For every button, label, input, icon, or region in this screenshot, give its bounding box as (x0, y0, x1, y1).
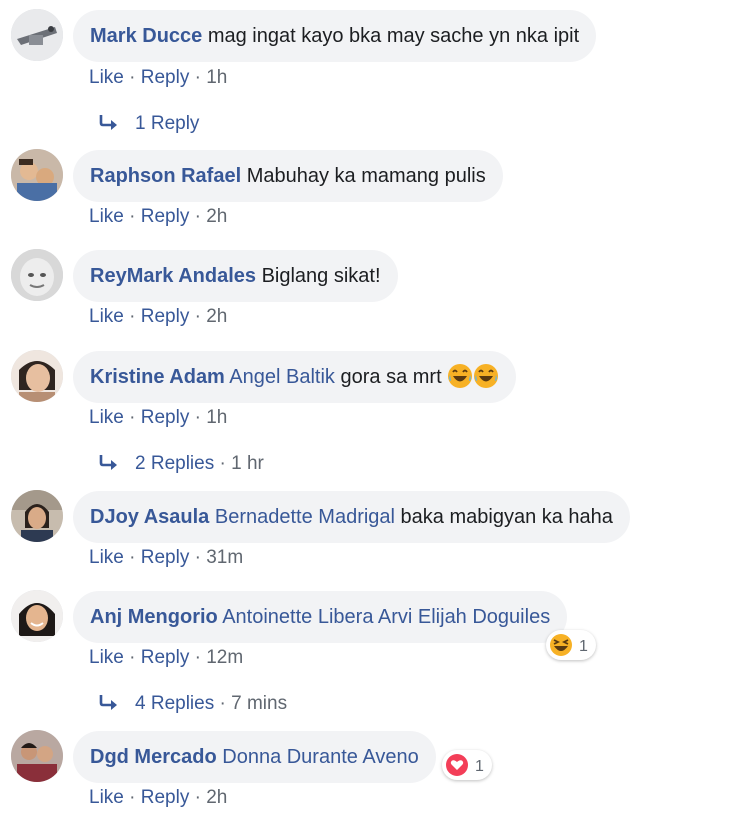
separator: · (189, 787, 207, 808)
separator: · (123, 547, 141, 568)
avatar[interactable] (11, 149, 63, 201)
comment-actions: Like · Reply · 2h (89, 206, 227, 228)
reply-link[interactable]: Reply (141, 407, 190, 428)
tagged-user[interactable]: Bernadette Madrigal (215, 506, 395, 528)
separator: · (189, 547, 207, 568)
separator: · (214, 453, 232, 474)
comment-author[interactable]: Raphson Rafael (90, 165, 241, 187)
comment-actions: Like · Reply · 1h (89, 407, 227, 429)
comment-author[interactable]: Kristine Adam (90, 366, 225, 388)
like-link[interactable]: Like (89, 647, 124, 668)
view-replies[interactable]: 2 Replies · 1 hr (99, 453, 264, 475)
comment-text: gora sa mrt (340, 366, 442, 388)
replies-count[interactable]: 4 Replies (135, 693, 214, 714)
separator: · (189, 67, 207, 88)
reply-link[interactable]: Reply (141, 787, 190, 808)
reply-link[interactable]: Reply (141, 306, 190, 327)
separator: · (214, 693, 232, 714)
separator: · (123, 647, 141, 668)
reply-link[interactable]: Reply (141, 647, 190, 668)
comment-author[interactable]: Mark Ducce (90, 25, 202, 47)
reply-link[interactable]: Reply (141, 206, 190, 227)
reaction-summary[interactable]: 1 (546, 630, 596, 660)
comment-time[interactable]: 2h (206, 787, 227, 808)
like-link[interactable]: Like (89, 306, 124, 327)
comment-time[interactable]: 2h (206, 306, 227, 327)
like-link[interactable]: Like (89, 206, 124, 227)
tagged-user[interactable]: Donna Durante Aveno (222, 746, 418, 768)
separator: · (189, 306, 207, 327)
haha-reaction-icon (550, 634, 572, 656)
view-replies[interactable]: 1 Reply (99, 113, 199, 135)
tagged-user[interactable]: Antoinette Libera Arvi Elijah Doguiles (222, 606, 550, 628)
avatar[interactable] (11, 350, 63, 402)
separator: · (123, 306, 141, 327)
separator: · (189, 407, 207, 428)
comment-bubble: DJoy Asaula Bernadette Madrigal baka mab… (73, 491, 630, 543)
reply-link[interactable]: Reply (141, 547, 190, 568)
comment-time[interactable]: 2h (206, 206, 227, 227)
avatar[interactable] (11, 490, 63, 542)
avatar[interactable] (11, 590, 63, 642)
reaction-summary[interactable]: 1 (442, 750, 492, 780)
comment-text: Mabuhay ka mamang pulis (246, 165, 486, 187)
comment-actions: Like · Reply · 2h (89, 787, 227, 809)
comment-time[interactable]: 1h (206, 67, 227, 88)
comment-bubble: Dgd Mercado Donna Durante Aveno (73, 731, 436, 783)
avatar[interactable] (11, 249, 63, 301)
separator: · (123, 407, 141, 428)
comment-author[interactable]: DJoy Asaula (90, 506, 209, 528)
comment-bubble: Mark Ducce mag ingat kayo bka may sache … (73, 10, 597, 62)
comment-time[interactable]: 31m (206, 547, 243, 568)
separator: · (123, 787, 141, 808)
like-link[interactable]: Like (89, 787, 124, 808)
comment-time[interactable]: 12m (206, 647, 243, 668)
like-link[interactable]: Like (89, 407, 124, 428)
comment-text: Biglang sikat! (261, 265, 381, 287)
replies-time: 7 mins (231, 693, 288, 714)
comment-actions: Like · Reply · 12m (89, 647, 243, 669)
comment-time[interactable]: 1h (206, 407, 227, 428)
replies-count[interactable]: 1 Reply (135, 113, 199, 134)
reply-arrow-icon (99, 455, 117, 470)
comment-author[interactable]: ReyMark Andales (90, 265, 256, 287)
separator: · (189, 647, 207, 668)
avatar[interactable] (11, 730, 63, 782)
comment-bubble: Raphson Rafael Mabuhay ka mamang pulis (73, 150, 503, 202)
laughing-emoji-icon (448, 364, 473, 388)
love-reaction-icon (446, 754, 468, 776)
reply-link[interactable]: Reply (141, 67, 190, 88)
separator: · (123, 206, 141, 227)
comment-bubble: Kristine Adam Angel Baltik gora sa mrt (73, 351, 517, 403)
comment-bubble: ReyMark Andales Biglang sikat! (73, 250, 398, 302)
tagged-user[interactable]: Angel Baltik (229, 366, 335, 388)
comment-text: baka mabigyan ka haha (400, 506, 613, 528)
reaction-count: 1 (579, 638, 588, 655)
avatar[interactable] (11, 9, 63, 61)
reaction-count: 1 (475, 758, 484, 775)
view-replies[interactable]: 4 Replies · 7 mins (99, 693, 287, 715)
replies-count[interactable]: 2 Replies (135, 453, 214, 474)
reply-arrow-icon (99, 695, 117, 710)
comment-bubble: Anj Mengorio Antoinette Libera Arvi Elij… (73, 591, 568, 643)
replies-time: 1 hr (231, 453, 264, 474)
like-link[interactable]: Like (89, 67, 124, 88)
reply-arrow-icon (99, 115, 117, 130)
comment-author[interactable]: Dgd Mercado (90, 746, 217, 768)
comment-actions: Like · Reply · 2h (89, 306, 227, 328)
comment-actions: Like · Reply · 31m (89, 547, 243, 569)
comment-text: mag ingat kayo bka may sache yn nka ipit (207, 25, 580, 47)
separator: · (189, 206, 207, 227)
comment-actions: Like · Reply · 1h (89, 67, 227, 89)
separator: · (123, 67, 141, 88)
comment-author[interactable]: Anj Mengorio (90, 606, 218, 628)
like-link[interactable]: Like (89, 547, 124, 568)
laughing-emoji-icon (474, 364, 499, 388)
